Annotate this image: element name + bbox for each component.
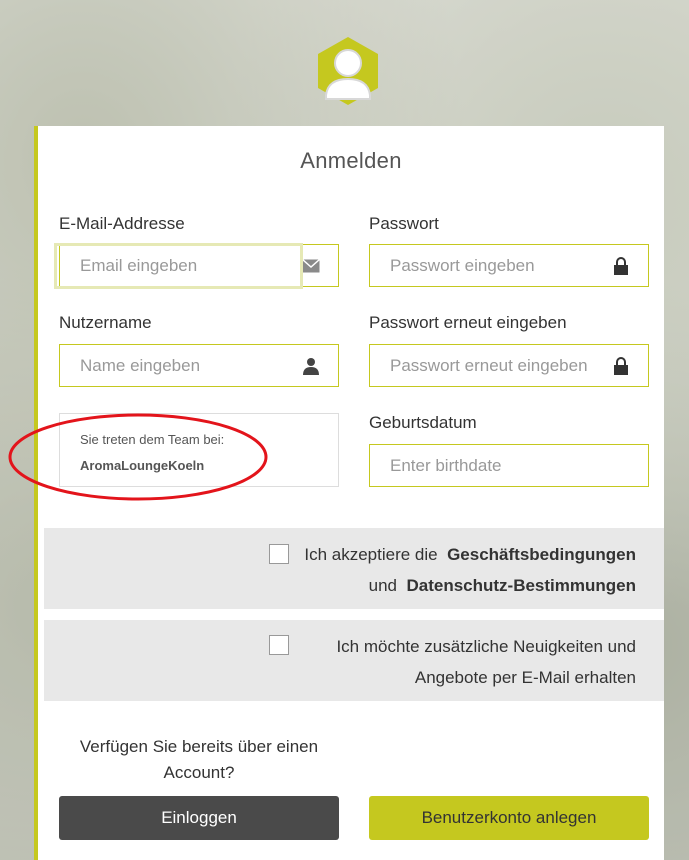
username-label: Nutzername	[59, 313, 152, 332]
lock-icon	[612, 256, 630, 275]
registration-card: Anmelden E-Mail-Addresse Passwort Nutzer…	[8, 126, 664, 860]
password-field-wrapper	[369, 244, 649, 287]
terms-prefix: Ich akzeptiere die	[304, 545, 438, 564]
privacy-prefix: und	[368, 576, 398, 595]
user-avatar-icon	[316, 35, 380, 107]
account-question: Verfügen Sie bereits über einen Account?	[79, 737, 319, 782]
login-button[interactable]: Einloggen	[59, 796, 339, 840]
password-field[interactable]	[370, 245, 600, 286]
birthdate-field[interactable]	[370, 445, 600, 486]
form-title: Anmelden	[300, 148, 402, 173]
password-repeat-field[interactable]	[370, 345, 600, 386]
birthdate-field-wrapper	[369, 444, 649, 487]
username-field[interactable]	[60, 345, 290, 386]
newsletter-consent-row: Ich möchte zusätzliche Neuigkeiten und A…	[44, 620, 664, 701]
email-field[interactable]	[60, 245, 290, 286]
terms-line-2: und Datenschutz-Bestimmungen	[369, 576, 636, 596]
email-field-wrapper	[59, 244, 339, 287]
newsletter-line-1: Ich möchte zusätzliche Neuigkeiten und	[336, 637, 636, 656]
team-name: AromaLoungeKoeln	[80, 458, 205, 473]
register-button[interactable]: Benutzerkonto anlegen	[369, 796, 649, 840]
team-caption: Sie treten dem Team bei:	[80, 432, 225, 447]
email-label: E-Mail-Addresse	[59, 214, 185, 233]
password-label: Passwort	[369, 214, 439, 233]
password-repeat-label: Passwort erneut eingeben	[369, 313, 567, 332]
password-repeat-field-wrapper	[369, 344, 649, 387]
team-info-box: Sie treten dem Team bei: AromaLoungeKoel…	[59, 413, 339, 487]
username-field-wrapper	[59, 344, 339, 387]
newsletter-line-2: Angebote per E-Mail erhalten	[414, 668, 636, 687]
newsletter-checkbox[interactable]	[269, 635, 289, 655]
lock-icon	[612, 356, 630, 375]
birthdate-label: Geburtsdatum	[369, 413, 477, 432]
terms-link[interactable]: Geschäftsbedingungen	[447, 545, 636, 564]
terms-line-1: Ich akzeptiere die Geschäftsbedingungen	[304, 545, 636, 565]
envelope-icon	[302, 257, 320, 275]
privacy-link[interactable]: Datenschutz-Bestimmungen	[406, 576, 636, 595]
terms-checkbox[interactable]	[269, 544, 289, 564]
user-icon	[302, 357, 320, 375]
terms-consent-row: Ich akzeptiere die Geschäftsbedingungen …	[44, 528, 664, 609]
